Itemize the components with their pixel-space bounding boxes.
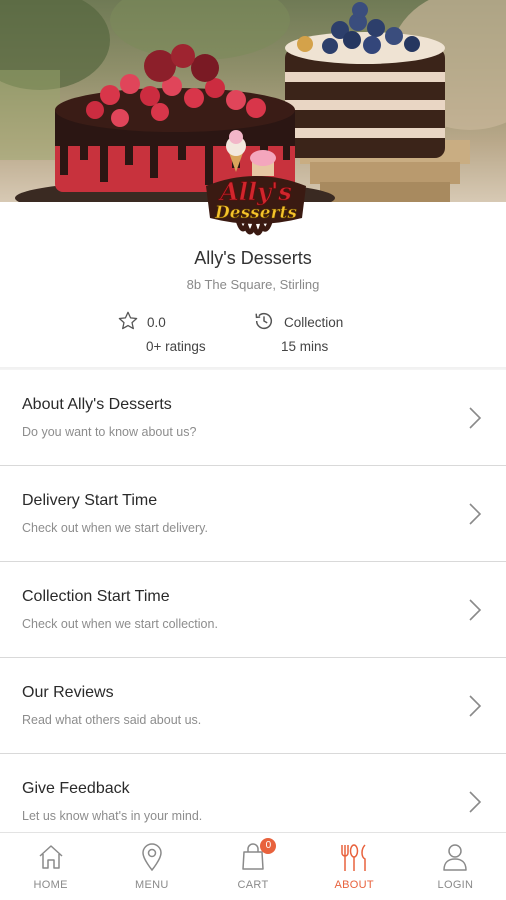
location-pin-icon bbox=[142, 843, 162, 872]
nav-about[interactable]: ABOUT bbox=[304, 833, 405, 900]
nav-login[interactable]: LOGIN bbox=[405, 833, 506, 900]
rating-count: 0+ ratings bbox=[146, 339, 206, 354]
menu-item-title: Delivery Start Time bbox=[22, 492, 158, 509]
store-logo: Ally's Desserts bbox=[198, 168, 314, 244]
menu-item-title: Collection Start Time bbox=[22, 588, 170, 605]
home-icon bbox=[39, 845, 63, 869]
nav-menu[interactable]: MENU bbox=[101, 833, 202, 900]
rating-stat: 0.0 0+ ratings bbox=[117, 310, 227, 356]
menu-item-about[interactable]: About Ally's Desserts Do you want to kno… bbox=[0, 370, 506, 466]
clock-icon bbox=[253, 310, 275, 332]
chevron-right-icon bbox=[468, 790, 482, 814]
logo-subtitle-text: Desserts bbox=[214, 203, 297, 223]
menu-item-title: Our Reviews bbox=[22, 684, 114, 701]
menu-item-desc: Let us know what's in your mind. bbox=[22, 809, 203, 823]
chevron-right-icon bbox=[468, 406, 482, 430]
bottom-nav-bar: HOME MENU 0 CART ABOUT LOGIN bbox=[0, 832, 506, 900]
chevron-right-icon bbox=[468, 598, 482, 622]
menu-item-title: About Ally's Desserts bbox=[22, 396, 172, 413]
collection-time: 15 mins bbox=[281, 339, 329, 354]
menu-item-delivery-start-time[interactable]: Delivery Start Time Check out when we st… bbox=[0, 466, 506, 562]
star-icon bbox=[117, 310, 139, 332]
collection-label: Collection bbox=[284, 315, 344, 330]
logo-title-text: Ally's bbox=[218, 177, 292, 206]
nav-cart-label: CART bbox=[237, 879, 269, 891]
cutlery-icon bbox=[341, 844, 366, 871]
rating-value: 0.0 bbox=[147, 315, 166, 330]
user-icon bbox=[443, 844, 468, 871]
cart-count-badge: 0 bbox=[260, 838, 277, 854]
collection-stat: Collection 15 mins bbox=[253, 310, 373, 356]
menu-item-desc: Read what others said about us. bbox=[22, 713, 202, 727]
nav-about-label: ABOUT bbox=[334, 879, 374, 891]
menu-item-title: Give Feedback bbox=[22, 780, 130, 797]
nav-home-label: HOME bbox=[33, 879, 68, 891]
chevron-right-icon bbox=[468, 502, 482, 526]
nav-login-label: LOGIN bbox=[437, 879, 474, 891]
menu-item-our-reviews[interactable]: Our Reviews Read what others said about … bbox=[0, 658, 506, 754]
menu-item-desc: Do you want to know about us? bbox=[22, 425, 197, 439]
nav-menu-label: MENU bbox=[135, 879, 169, 891]
menu-item-desc: Check out when we start delivery. bbox=[22, 521, 208, 535]
chevron-right-icon bbox=[468, 694, 482, 718]
nav-cart[interactable]: 0 CART bbox=[202, 833, 303, 900]
store-address: 8b The Square, Stirling bbox=[186, 277, 320, 292]
store-name: Ally's Desserts bbox=[194, 248, 312, 268]
menu-item-collection-start-time[interactable]: Collection Start Time Check out when we … bbox=[0, 562, 506, 658]
menu-item-desc: Check out when we start collection. bbox=[22, 617, 218, 631]
about-menu-list: About Ally's Desserts Do you want to kno… bbox=[0, 370, 506, 850]
nav-home[interactable]: HOME bbox=[0, 833, 101, 900]
